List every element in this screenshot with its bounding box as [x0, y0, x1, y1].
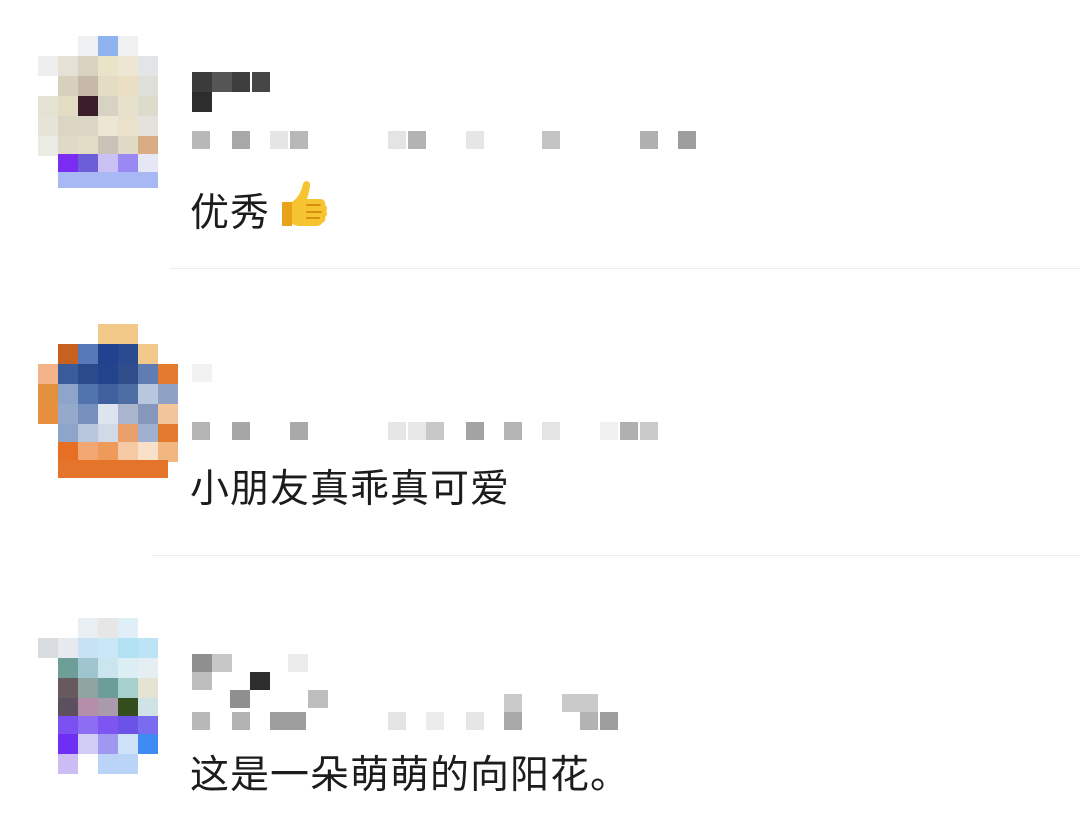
comment-item: 优秀: [0, 0, 1080, 270]
username-blurred[interactable]: [192, 364, 232, 384]
comment-item: 小朋友真乖真可爱: [0, 270, 1080, 556]
comment-text-content: 优秀: [190, 191, 271, 236]
comment-text: 小朋友真乖真可爱: [190, 466, 510, 514]
avatar[interactable]: [38, 36, 174, 188]
comment-item: 这是一朵萌萌的向阳花。: [0, 556, 1080, 836]
comment-text: 优秀: [190, 176, 330, 244]
username-blurred[interactable]: [192, 72, 272, 112]
comment-text-content: 小朋友真乖真可爱: [190, 467, 511, 512]
avatar[interactable]: [38, 618, 174, 774]
timestamp-blurred: [192, 422, 672, 440]
timestamp-blurred: [192, 131, 712, 149]
timestamp-blurred: [192, 690, 632, 730]
comment-text: 这是一朵萌萌的向阳花。: [190, 752, 630, 800]
avatar[interactable]: [38, 324, 178, 478]
thumbs-up-icon: [274, 176, 330, 244]
comment-text-content: 这是一朵萌萌的向阳花。: [190, 753, 631, 798]
divider: [170, 268, 1080, 269]
